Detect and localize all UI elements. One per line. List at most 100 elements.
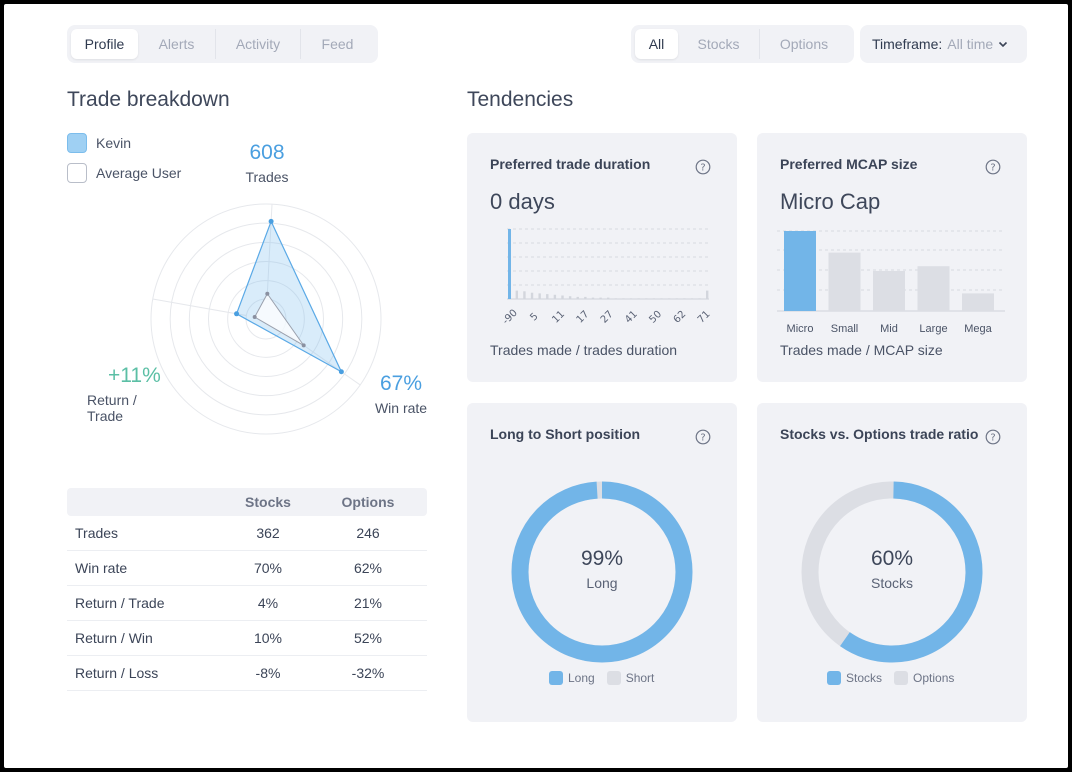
trade-duration-footer: Trades made / trades duration: [490, 342, 678, 358]
histogram-bar: [607, 297, 610, 299]
row-options-value: 21%: [353, 595, 383, 611]
tick-label: 17: [575, 309, 592, 326]
tab-profile[interactable]: Profile: [71, 29, 138, 59]
legend-long-label: Long: [568, 671, 595, 685]
mcap-value: Micro Cap: [780, 189, 881, 214]
filter-options[interactable]: Options: [760, 29, 848, 59]
mcap-footer: Trades made / MCAP size: [780, 342, 943, 358]
radar-point-average: [252, 315, 257, 320]
mcap-title: Preferred MCAP size: [780, 156, 918, 172]
breakdown-table: Stocks Options Trades 362 246 Win rate 7…: [67, 488, 427, 691]
histogram-bar: [599, 297, 602, 299]
table-header-stocks: Stocks: [245, 494, 291, 510]
row-stocks-value: 70%: [253, 560, 283, 576]
histogram-bar: [546, 294, 549, 299]
legend-short[interactable]: Short: [606, 671, 654, 685]
winrate-value: 67%: [379, 372, 423, 395]
svg-text:?: ?: [700, 433, 705, 444]
profile-tabs: Profile Alerts Activity Feed: [67, 25, 378, 63]
filter-all[interactable]: All: [635, 29, 678, 59]
trades-label: Trades: [245, 169, 289, 185]
legend-kevin-label: Kevin: [96, 135, 132, 151]
filter-stocks[interactable]: Stocks: [678, 29, 760, 59]
histogram-bar: [584, 296, 587, 299]
mcap-bar: [828, 252, 861, 311]
tab-activity[interactable]: Activity: [216, 29, 301, 59]
long-short-center: 99% Long: [542, 547, 662, 591]
stocks-options-center: 60% Stocks: [832, 547, 952, 591]
mcap-category-label: Micro: [787, 323, 814, 335]
table-row: Return / Loss -8% -32%: [67, 656, 427, 691]
svg-text:?: ?: [990, 433, 995, 444]
table-row: Win rate 70% 62%: [67, 551, 427, 586]
timeframe-value: All time: [947, 36, 994, 52]
long-short-label: Long: [586, 575, 618, 591]
return-stat: +11% Return / Trade: [87, 364, 161, 424]
histogram-bar: [645, 298, 648, 299]
row-stocks-value: 362: [256, 525, 280, 541]
winrate-label: Win rate: [374, 400, 428, 416]
row-label: Return / Loss: [75, 665, 159, 681]
asset-filter: All Stocks Options: [631, 25, 854, 63]
mcap-category-label: Mega: [964, 323, 992, 335]
legend-kevin[interactable]: Kevin: [67, 133, 131, 153]
legend-average-user[interactable]: Average User: [67, 163, 181, 183]
help-icon[interactable]: ?: [695, 159, 711, 175]
trade-duration-card: Preferred trade duration ? 0 days -90 5 11…: [467, 133, 737, 382]
legend-options-label: Options: [913, 671, 955, 685]
histogram-bar: [538, 293, 541, 299]
histogram-bar: [706, 290, 709, 299]
legend-options-swatch: [894, 671, 909, 685]
row-stocks-value: 4%: [257, 595, 279, 611]
legend-long-swatch: [549, 671, 563, 685]
histogram-bar: [622, 298, 625, 299]
stocks-options-legend: Stocks Options: [827, 671, 966, 685]
mcap-bar: [873, 271, 905, 311]
stocks-options-card: Stocks vs. Options trade ratio ? 60% Sto…: [757, 403, 1027, 722]
histogram-bar: [683, 298, 686, 299]
row-options-value: 52%: [353, 630, 383, 646]
svg-text:?: ?: [700, 163, 705, 174]
radar-point-average: [265, 291, 270, 296]
help-icon[interactable]: ?: [985, 429, 1001, 445]
help-icon[interactable]: ?: [985, 159, 1001, 175]
trade-duration-value: 0 days: [490, 189, 555, 214]
tab-alerts[interactable]: Alerts: [138, 29, 216, 59]
legend-options[interactable]: Options: [894, 671, 954, 685]
table-header: Stocks Options: [67, 488, 427, 516]
timeframe-label: Timeframe:: [872, 36, 943, 52]
mcap-bar: [962, 293, 994, 311]
stocks-options-title: Stocks vs. Options trade ratio: [780, 426, 979, 442]
tick-label: -90: [501, 308, 520, 327]
trades-stat: 608 Trades: [230, 141, 304, 185]
histogram-bar: [652, 298, 656, 299]
mcap-bar: [917, 266, 950, 311]
radar-point-average: [301, 343, 306, 348]
stocks-options-label: Stocks: [870, 575, 913, 591]
histogram-bar: [576, 296, 579, 299]
tick-label: 62: [672, 309, 689, 326]
histogram-bar: [629, 298, 633, 299]
histogram-bar: [515, 290, 519, 299]
timeframe-dropdown[interactable]: Timeframe: All time: [860, 25, 1027, 63]
legend-stocks[interactable]: Stocks: [827, 671, 882, 685]
histogram-bar: [660, 298, 663, 299]
long-short-card: Long to Short position ? 99% Long Long S…: [467, 403, 737, 722]
mcap-category-label: Large: [919, 323, 947, 335]
legend-long[interactable]: Long: [549, 671, 595, 685]
tick-label: 71: [696, 309, 713, 326]
table-header-options: Options: [341, 494, 395, 510]
trade-duration-chart: -90 5 11 17 27 41 50 62 71: [501, 228, 713, 327]
radar-point-kevin: [268, 218, 274, 224]
histogram-bar: [637, 298, 640, 299]
help-icon[interactable]: ?: [695, 429, 711, 445]
mcap-bar: [784, 231, 816, 311]
trade-duration-title: Preferred trade duration: [490, 156, 651, 172]
histogram-bar: [553, 294, 557, 299]
tab-feed[interactable]: Feed: [301, 29, 374, 59]
tick-label: 5: [528, 311, 540, 323]
trades-value: 608: [249, 141, 285, 164]
long-short-legend: Long Short: [549, 671, 666, 685]
mcap-category-label: Mid: [880, 323, 898, 335]
tick-label: 50: [647, 309, 664, 326]
